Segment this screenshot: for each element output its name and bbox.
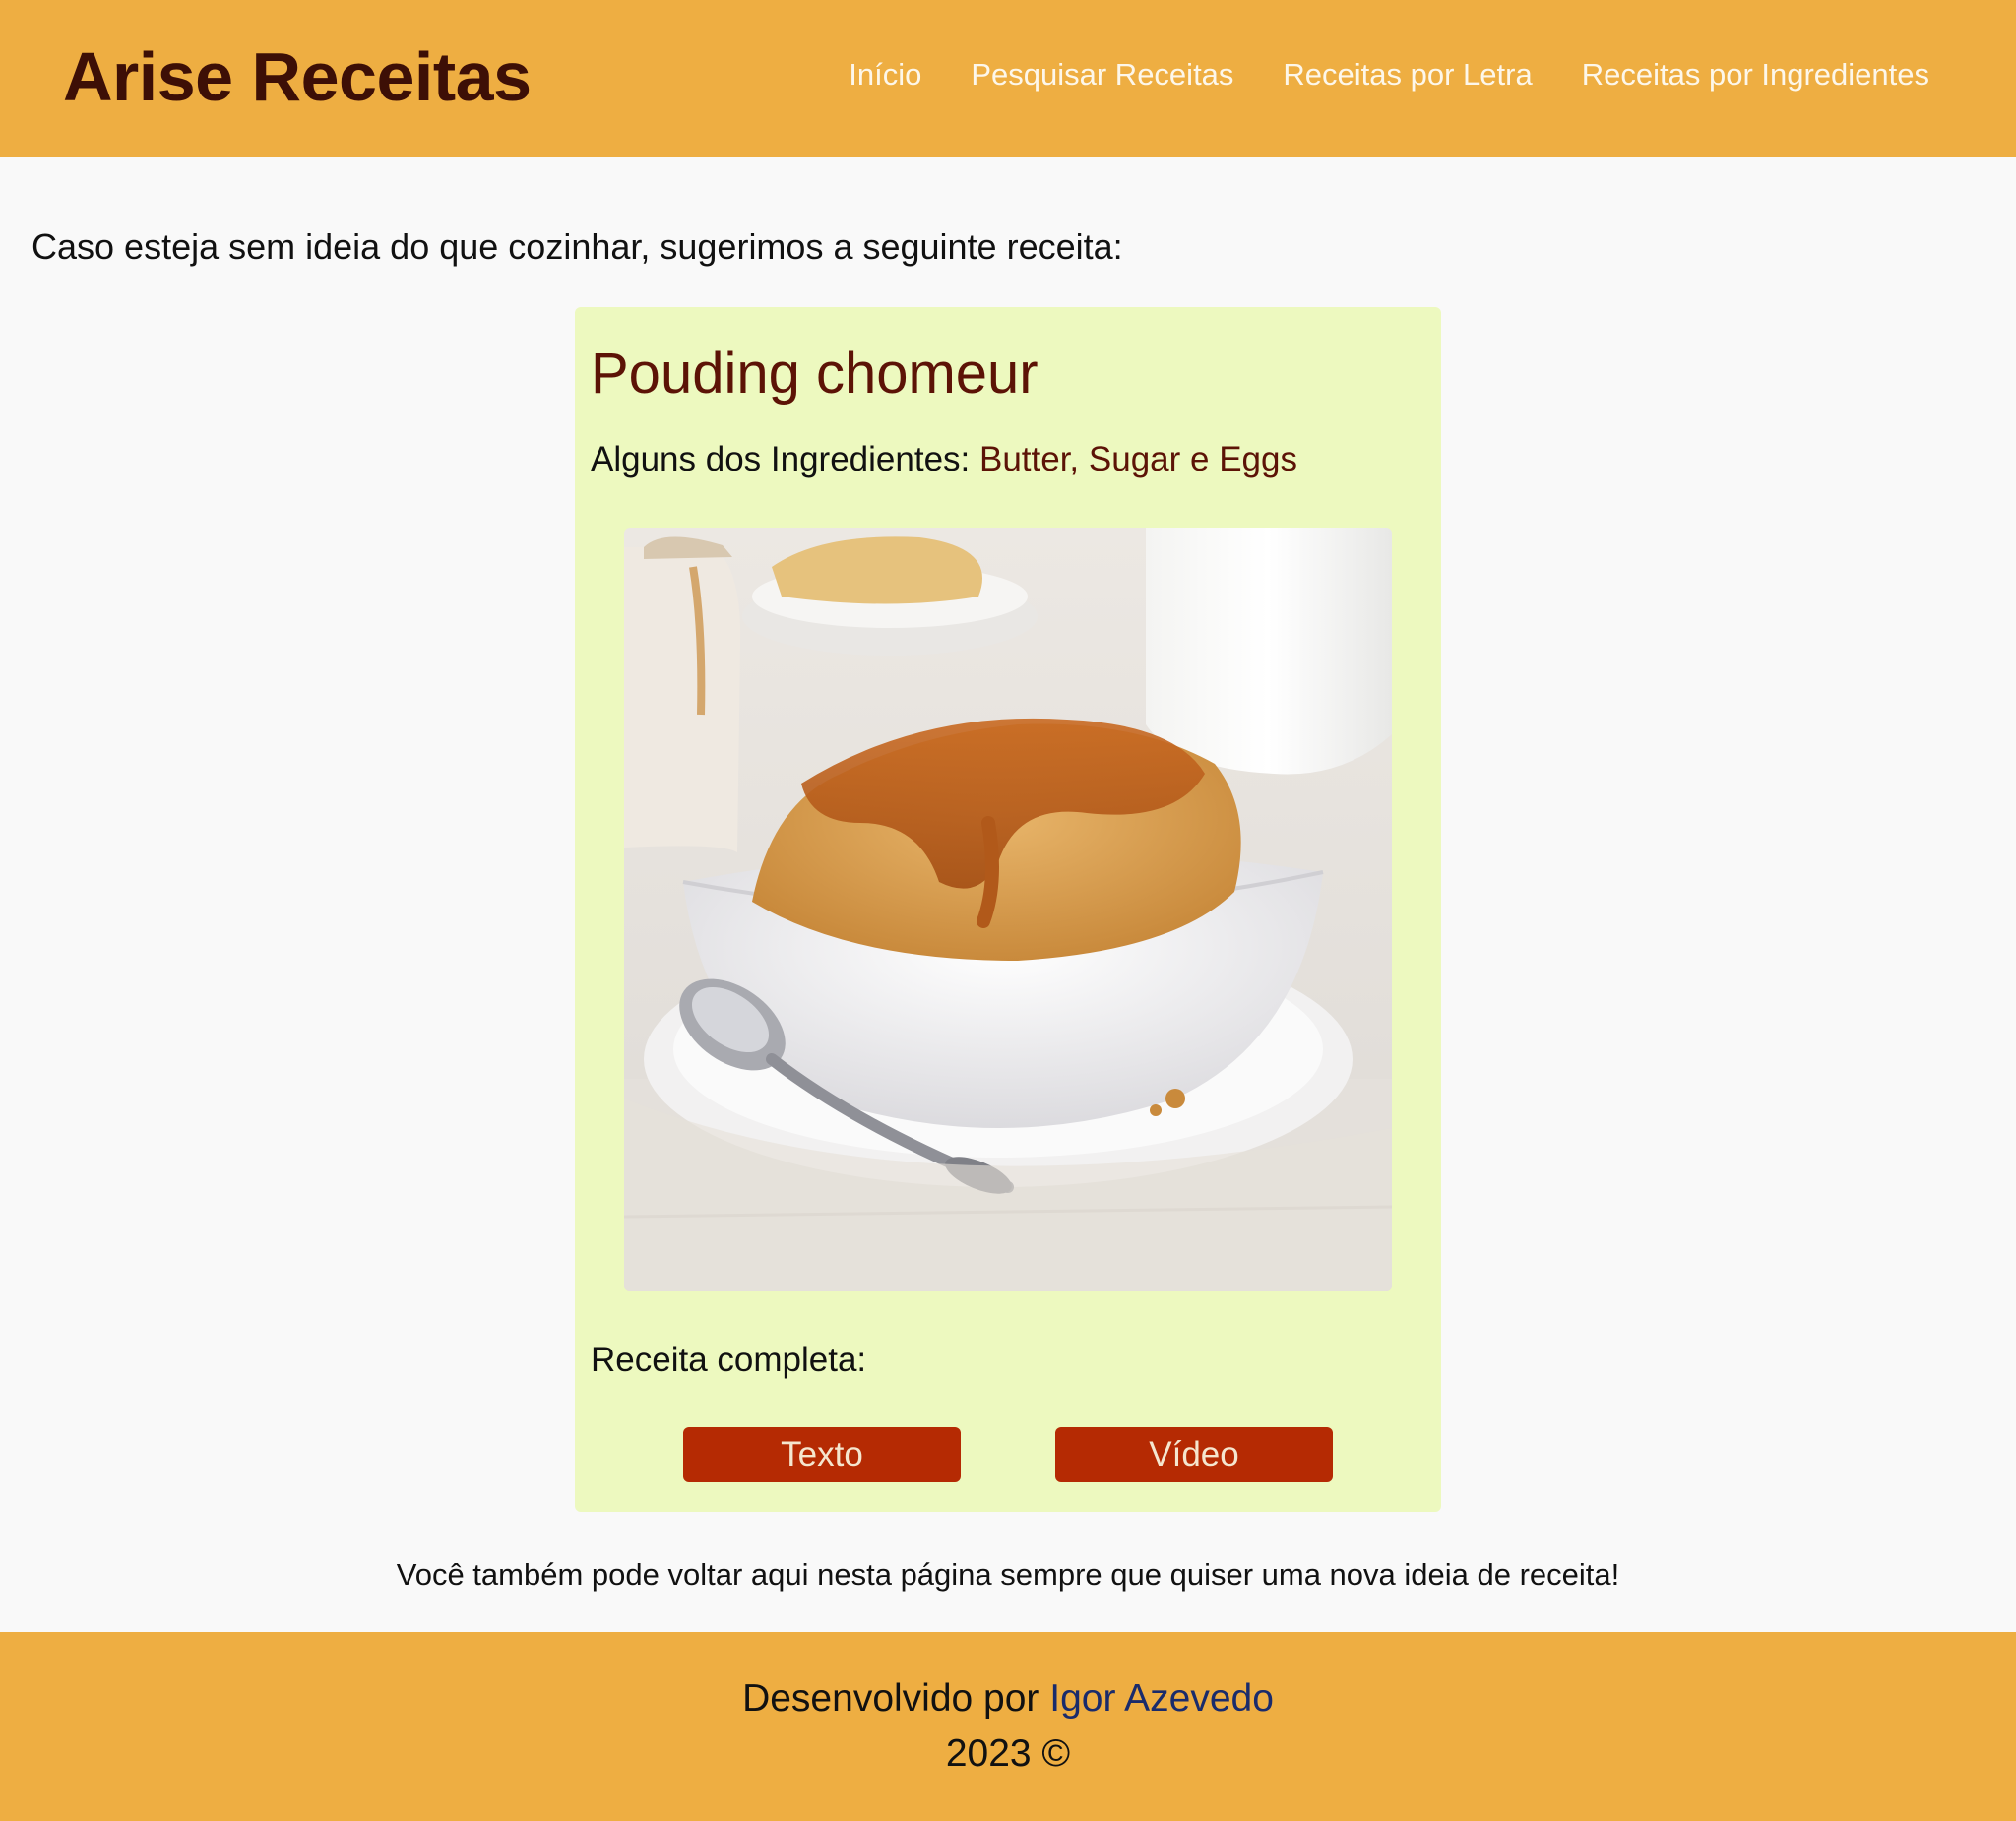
nav-link-pesquisar-receitas[interactable]: Pesquisar Receitas [971, 57, 1233, 93]
video-recipe-button[interactable]: Vídeo [1055, 1427, 1333, 1482]
intro-text: Caso esteja sem ideia do que cozinhar, s… [32, 226, 1123, 267]
text-recipe-button[interactable]: Texto [683, 1427, 961, 1482]
recipe-card: Pouding chomeur Alguns dos Ingredientes:… [575, 307, 1441, 1512]
nav-link-inicio[interactable]: Início [849, 57, 921, 93]
recipe-title: Pouding chomeur [591, 342, 1039, 406]
main-nav: Início Pesquisar Receitas Receitas por L… [849, 57, 1929, 93]
return-note: Você também pode voltar aqui nesta págin… [396, 1557, 1620, 1592]
author-link[interactable]: Igor Azevedo [1049, 1677, 1274, 1720]
footer-credits: Desenvolvido por Igor Azevedo [0, 1677, 2016, 1721]
ingredients-list: Butter, Sugar e Eggs [978, 440, 1297, 478]
site-header: Arise Receitas Início Pesquisar Receitas… [0, 0, 2016, 157]
nav-link-receitas-por-ingredientes[interactable]: Receitas por Ingredientes [1582, 57, 1929, 93]
ingredients-line: Alguns dos Ingredientes: Butter, Sugar e… [591, 440, 1297, 479]
recipe-image [624, 528, 1392, 1291]
nav-link-receitas-por-letra[interactable]: Receitas por Letra [1283, 57, 1532, 93]
ingredients-label: Alguns dos Ingredientes: [591, 440, 979, 478]
site-logo[interactable]: Arise Receitas [63, 37, 532, 116]
full-recipe-label: Receita completa: [591, 1341, 867, 1379]
developed-by-label: Desenvolvido por [742, 1677, 1050, 1720]
site-footer: Desenvolvido por Igor Azevedo 2023 © [0, 1632, 2016, 1821]
footer-copyright: 2023 © [945, 1732, 1071, 1775]
